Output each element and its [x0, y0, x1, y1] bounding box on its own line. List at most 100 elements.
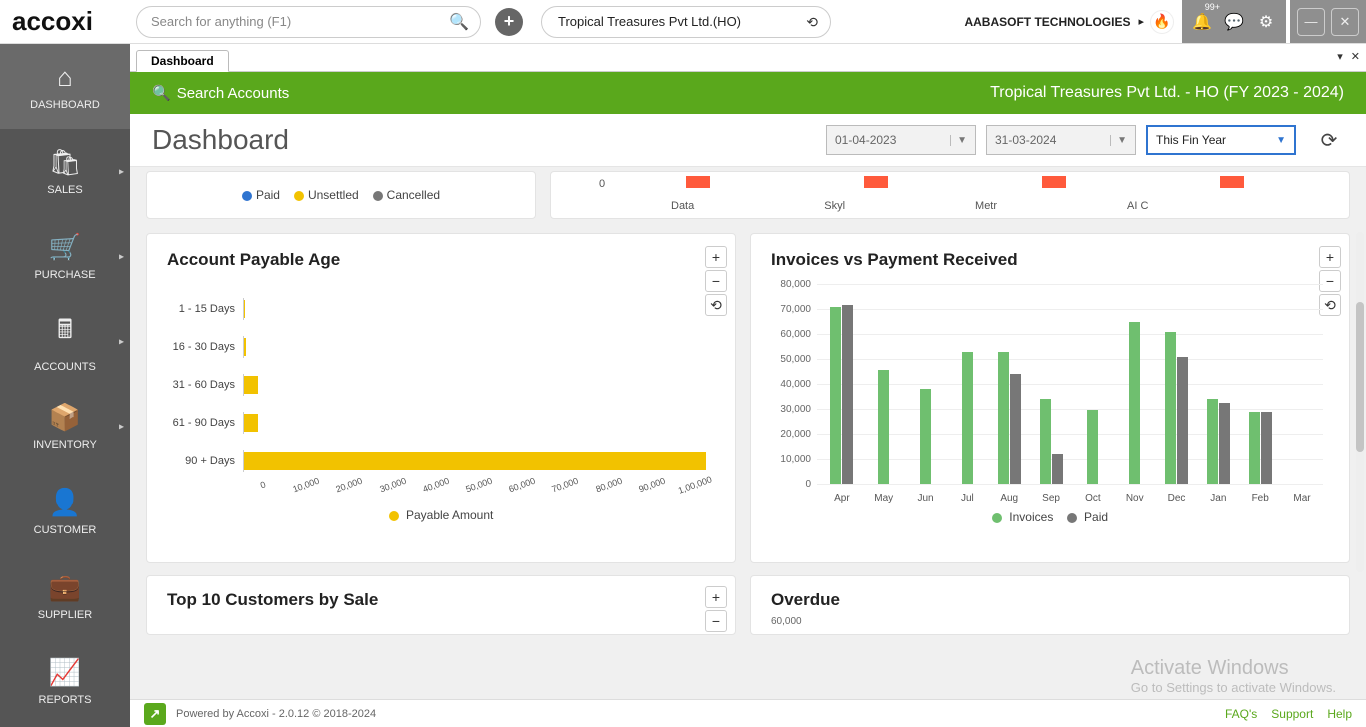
- nav-sales[interactable]: 🛍 SALES ▸: [0, 129, 130, 214]
- card-title: Account Payable Age: [167, 250, 715, 270]
- nav-reports[interactable]: 📈 REPORTS: [0, 639, 130, 724]
- card-collapse-button[interactable]: −: [705, 270, 727, 292]
- nav-label: CUSTOMER: [34, 524, 97, 536]
- search-input[interactable]: [136, 6, 481, 38]
- x-tick: Apr: [821, 493, 863, 504]
- briefcase-icon: 💼: [49, 572, 81, 603]
- chat-icon[interactable]: 💬: [1218, 6, 1250, 38]
- footer-logo-icon: ↗: [144, 703, 166, 725]
- date-to-value: 31-03-2024: [995, 133, 1056, 147]
- x-tick: Jan: [1197, 493, 1239, 504]
- iv-bar: [1261, 412, 1272, 485]
- window-controls: — ✕: [1290, 0, 1366, 43]
- quick-add-button[interactable]: +: [495, 8, 523, 36]
- nav-label: PURCHASE: [34, 269, 95, 281]
- x-tick: Sep: [1030, 493, 1072, 504]
- chart-icon: 📈: [49, 657, 81, 688]
- chevron-right-icon: ▸: [119, 421, 124, 432]
- box-icon: 📦: [49, 402, 81, 433]
- company-name: Tropical Treasures Pvt Ltd.(HO): [558, 14, 741, 29]
- x-tick: Oct: [1072, 493, 1114, 504]
- bag-icon: 🛍: [48, 147, 81, 178]
- app-logo: accoxi: [0, 6, 130, 37]
- x-tick: Nov: [1114, 493, 1156, 504]
- chevron-down-icon: ▼: [1276, 135, 1286, 146]
- legend-swatch-icon: [992, 513, 1002, 523]
- tab-dropdown-icon[interactable]: ▾: [1337, 50, 1343, 63]
- x-tick: Dec: [1156, 493, 1198, 504]
- chevron-down-icon: ▼: [950, 135, 967, 146]
- iv-bar-group: [1281, 284, 1323, 484]
- iv-bar: [1219, 403, 1230, 484]
- tenant-chevron-icon[interactable]: ▸: [1138, 15, 1144, 28]
- legend-swatch-icon: [389, 511, 399, 521]
- iv-bar: [842, 305, 853, 484]
- tab-close-icon[interactable]: ✕: [1351, 50, 1360, 63]
- nav-customer[interactable]: 👤 CUSTOMER: [0, 469, 130, 554]
- home-icon: ⌂: [57, 62, 73, 93]
- footer-bar: ↗ Powered by Accoxi - 2.0.12 © 2018-2024…: [130, 699, 1366, 727]
- minimize-button[interactable]: —: [1297, 8, 1325, 36]
- ap-x-axis: 010,00020,00030,00040,00050,00060,00070,…: [243, 480, 715, 490]
- card-expand-button[interactable]: +: [1319, 246, 1341, 268]
- nav-supplier[interactable]: 💼 SUPPLIER: [0, 554, 130, 639]
- card-collapse-button[interactable]: −: [705, 610, 727, 632]
- card-expand-button[interactable]: +: [705, 586, 727, 608]
- iv-bar: [1177, 357, 1188, 485]
- tab-strip: Dashboard ▾ ✕: [130, 44, 1366, 72]
- search-accounts-label: Search Accounts: [177, 85, 290, 102]
- top10-customers-card: Top 10 Customers by Sale + −: [146, 575, 736, 635]
- iv-bar: [1249, 412, 1260, 485]
- person-icon: 👤: [49, 487, 81, 518]
- date-from-picker[interactable]: 01-04-2023 ▼: [826, 125, 976, 155]
- x-tick: Feb: [1239, 493, 1281, 504]
- nav-accounts[interactable]: 🖩 ACCOUNTS ▸: [0, 299, 130, 384]
- close-button[interactable]: ✕: [1331, 8, 1359, 36]
- iv-bar: [998, 352, 1009, 485]
- vertical-scrollbar[interactable]: [1356, 232, 1364, 572]
- x-tick: Jul: [946, 493, 988, 504]
- top-mini-chart: 0 Data Skyl Metr AI C: [550, 171, 1350, 219]
- nav-purchase[interactable]: 🛒 PURCHASE ▸: [0, 214, 130, 299]
- tab-dashboard[interactable]: Dashboard: [136, 50, 229, 72]
- tenant-name[interactable]: AABASOFT TECHNOLOGIES: [964, 15, 1130, 29]
- chevron-right-icon: ▸: [119, 336, 124, 347]
- iv-bar: [878, 370, 889, 484]
- x-cat: AI C: [1127, 200, 1148, 212]
- footer-link-support[interactable]: Support: [1271, 707, 1313, 721]
- search-icon: 🔍: [152, 84, 171, 102]
- ap-category-label: 90 + Days: [167, 455, 243, 467]
- refresh-button[interactable]: ⟳: [1314, 125, 1344, 155]
- y-tick: 70,000: [771, 304, 811, 315]
- ap-bar-row: 31 - 60 Days: [167, 366, 715, 404]
- chevron-right-icon: ▸: [119, 251, 124, 262]
- ap-bar-row: 61 - 90 Days: [167, 404, 715, 442]
- range-select[interactable]: This Fin Year ▼: [1146, 125, 1296, 155]
- settings-icon[interactable]: ⚙: [1250, 6, 1282, 38]
- calculator-icon: 🖩: [57, 311, 73, 355]
- nav-inventory[interactable]: 📦 INVENTORY ▸: [0, 384, 130, 469]
- notification-icon[interactable]: 🔔: [1186, 6, 1218, 38]
- search-accounts-button[interactable]: 🔍 Search Accounts: [152, 84, 289, 102]
- legend-cancelled: Cancelled: [373, 188, 440, 202]
- date-to-picker[interactable]: 31-03-2024 ▼: [986, 125, 1136, 155]
- iv-bar-group: [988, 284, 1030, 484]
- range-label: This Fin Year: [1156, 133, 1226, 147]
- footer-link-help[interactable]: Help: [1327, 707, 1352, 721]
- search-icon[interactable]: 🔍: [449, 12, 469, 32]
- company-selector[interactable]: Tropical Treasures Pvt Ltd.(HO) ⟲: [541, 6, 831, 38]
- flame-icon[interactable]: 🔥: [1150, 10, 1174, 34]
- iv-bar-group: [1156, 284, 1198, 484]
- legend-unsettled: Unsettled: [294, 188, 359, 202]
- nav-dashboard[interactable]: ⌂ DASHBOARD: [0, 44, 130, 129]
- iv-bar-group: [946, 284, 988, 484]
- topbar-right: AABASOFT TECHNOLOGIES ▸ 🔥 🔔 💬 ⚙ — ✕: [964, 0, 1366, 43]
- date-filters: 01-04-2023 ▼ 31-03-2024 ▼ This Fin Year …: [826, 125, 1344, 155]
- nav-label: REPORTS: [39, 694, 92, 706]
- iv-bar: [962, 352, 973, 485]
- sync-icon[interactable]: ⟲: [806, 14, 818, 31]
- footer-link-faq[interactable]: FAQ's: [1225, 707, 1257, 721]
- card-expand-button[interactable]: +: [705, 246, 727, 268]
- legend-paid: Paid: [242, 188, 280, 202]
- iv-bar: [1207, 399, 1218, 484]
